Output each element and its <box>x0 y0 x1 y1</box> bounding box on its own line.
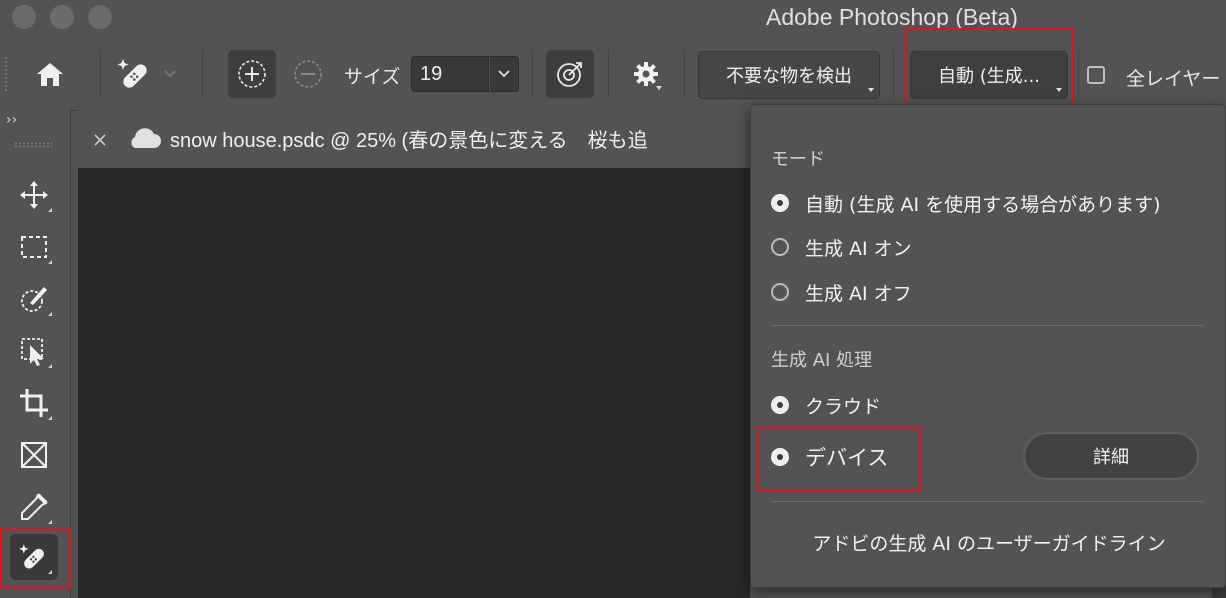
mode-option-gen-ai-off[interactable]: 生成 AI オフ <box>771 275 912 309</box>
detect-distractions-label: 不要な物を検出 <box>726 66 852 87</box>
home-button[interactable] <box>26 54 74 94</box>
radio-icon <box>771 194 789 212</box>
mode-option-gen-ai-on[interactable]: 生成 AI オン <box>771 230 912 264</box>
radio-icon <box>771 238 789 256</box>
eyedropper-icon <box>21 493 48 520</box>
panel-expand-toggle[interactable]: ›› <box>6 112 17 128</box>
close-icon[interactable] <box>92 132 108 148</box>
mode-option-label: 生成 AI オフ <box>805 282 912 305</box>
all-layers-label: 全レイヤー <box>1126 68 1221 90</box>
chevron-down-icon <box>164 70 176 78</box>
tool-preset-picker[interactable] <box>110 54 182 94</box>
title-bar: Adobe Photoshop (Beta) <box>0 0 1226 36</box>
close-window-button[interactable] <box>12 5 36 29</box>
frame-icon <box>21 442 47 468</box>
gear-icon <box>634 62 658 86</box>
move-icon <box>20 181 48 209</box>
processing-option-label: クラウド <box>805 395 882 418</box>
radio-icon <box>771 396 789 414</box>
processing-option-label: デバイス <box>805 446 889 470</box>
mode-menu: モード 自動 (生成 AI を使用する場合があります) 生成 AI オン 生成 … <box>750 104 1226 588</box>
remove-tool[interactable] <box>10 534 58 580</box>
detect-distractions-button[interactable]: 不要な物を検出 <box>698 51 880 99</box>
eyedropper-tool[interactable] <box>10 484 58 530</box>
app-title: Adobe Photoshop (Beta) <box>766 4 1018 30</box>
size-label: サイズ <box>344 66 401 88</box>
document-canvas[interactable] <box>78 168 750 598</box>
mode-heading: モード <box>771 149 825 170</box>
subtract-from-brush-button[interactable] <box>288 54 328 94</box>
chevron-down-icon <box>498 70 510 78</box>
quick-selection-tool[interactable] <box>10 276 58 322</box>
options-bar-grip[interactable] <box>4 56 8 92</box>
object-selection-tool[interactable] <box>10 328 58 374</box>
gen-ai-guidelines-link[interactable]: アドビの生成 AI のユーザーガイドライン <box>751 529 1226 556</box>
processing-heading: 生成 AI 処理 <box>771 350 873 371</box>
healing-remove-icon <box>19 544 44 569</box>
add-brush-icon <box>238 60 266 88</box>
cloud-icon <box>131 128 161 148</box>
add-to-brush-button[interactable] <box>228 50 276 98</box>
target-icon <box>557 62 582 87</box>
home-icon <box>37 63 63 86</box>
size-input[interactable]: 19 <box>411 56 489 92</box>
crop-icon <box>20 389 48 417</box>
processing-option-cloud[interactable]: クラウド <box>771 388 881 422</box>
mode-dropdown-button[interactable]: 自動 (生成... <box>910 51 1068 99</box>
menu-divider <box>771 501 1203 502</box>
settings-button[interactable] <box>622 54 670 94</box>
object-selection-icon <box>21 338 44 366</box>
mode-option-label: 生成 AI オン <box>805 237 912 260</box>
mode-dropdown-label: 自動 (生成... <box>938 66 1040 87</box>
marquee-icon <box>21 236 47 258</box>
options-bar: サイズ 19 不要な物を検出 自動 (生成... 全レイヤー <box>0 36 1226 111</box>
menu-divider <box>771 325 1203 326</box>
radio-icon <box>771 448 789 466</box>
quick-selection-icon <box>21 287 47 312</box>
mode-option-auto[interactable]: 自動 (生成 AI を使用する場合があります) <box>771 186 1161 220</box>
mode-option-label: 自動 (生成 AI を使用する場合があります) <box>805 193 1161 216</box>
zoom-window-button[interactable] <box>88 5 112 29</box>
processing-option-device[interactable]: デバイス <box>771 440 888 474</box>
size-dropdown-button[interactable] <box>489 56 519 92</box>
radio-icon <box>771 283 789 301</box>
frame-tool[interactable] <box>10 432 58 478</box>
subtract-brush-icon <box>294 60 322 88</box>
minimize-window-button[interactable] <box>50 5 74 29</box>
move-tool[interactable] <box>10 172 58 218</box>
all-layers-checkbox[interactable] <box>1087 66 1105 84</box>
tools-panel-grip[interactable] <box>14 142 52 148</box>
sample-all-layers-target-button[interactable] <box>546 50 594 98</box>
document-title: snow house.psdc @ 25% (春の景色に変える 桜も追 <box>170 130 648 152</box>
marquee-tool[interactable] <box>10 224 58 270</box>
remove-tool-icon <box>117 59 147 88</box>
details-button[interactable]: 詳細 <box>1023 432 1199 480</box>
crop-tool[interactable] <box>10 380 58 426</box>
tools-panel: ›› <box>0 110 71 598</box>
